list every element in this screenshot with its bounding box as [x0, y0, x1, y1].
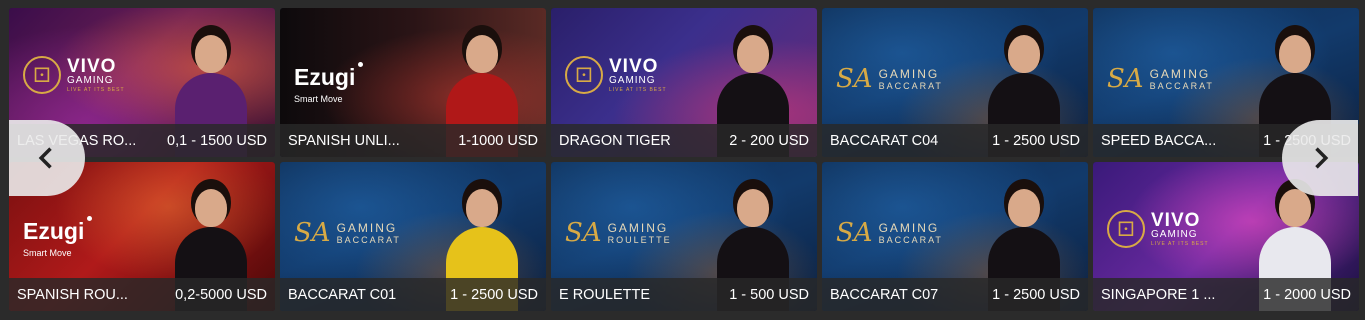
- sa-gaming-logo: SA GAMING BACCARAT: [294, 220, 401, 246]
- logo-sub: Smart Move: [294, 94, 343, 104]
- logo-mark: SA: [836, 218, 873, 248]
- game-tile[interactable]: Ezugi Smart Move SPANISH UNLI... 1-1000 …: [280, 8, 546, 157]
- game-tile[interactable]: ⚀ VIVO GAMING LIVE AT ITS BEST DRAGON TI…: [551, 8, 817, 157]
- game-name: SINGAPORE 1 ...: [1101, 286, 1216, 303]
- game-name: SPEED BACCA...: [1101, 132, 1217, 149]
- sa-gaming-logo: SA GAMING ROULETTE: [565, 220, 672, 246]
- logo-brand: GAMING: [336, 221, 398, 235]
- game-tile[interactable]: SA GAMING BACCARAT BACCARAT C01 1 - 2500…: [280, 162, 546, 311]
- live-games-carousel: ⚀ VIVO GAMING LIVE AT ITS BEST LAS VEGAS…: [0, 0, 1365, 320]
- sa-gaming-logo: SA GAMING BACCARAT: [1107, 66, 1214, 92]
- tile-caption: SPANISH ROU... 0,2-5000 USD: [9, 278, 275, 311]
- logo-brand: VIVO: [1151, 210, 1201, 231]
- tile-caption: DRAGON TIGER 2 - 200 USD: [551, 124, 817, 157]
- tile-caption: BACCARAT C07 1 - 2500 USD: [822, 278, 1088, 311]
- bet-limits: 1 - 2000 USD: [1263, 286, 1351, 303]
- ezugi-logo: Ezugi Smart Move: [23, 216, 93, 258]
- logo-brand: Ezugi: [23, 218, 85, 244]
- logo-sub: GAMING: [1151, 229, 1198, 240]
- game-name: BACCARAT C01: [288, 286, 397, 303]
- game-name: BACCARAT C07: [830, 286, 939, 303]
- carousel-prev-button[interactable]: [9, 120, 85, 196]
- game-grid: ⚀ VIVO GAMING LIVE AT ITS BEST LAS VEGAS…: [9, 8, 1359, 311]
- logo-brand: GAMING: [878, 67, 940, 81]
- bet-limits: 0,1 - 1500 USD: [167, 132, 267, 149]
- logo-sub: ROULETTE: [607, 235, 672, 245]
- bet-limits: 1-1000 USD: [458, 132, 538, 149]
- vivo-gaming-logo: ⚀ VIVO GAMING LIVE AT ITS BEST: [565, 56, 667, 94]
- logo-tagline: LIVE AT ITS BEST: [1151, 241, 1209, 247]
- logo-sub: BACCARAT: [878, 235, 943, 245]
- dice-icon: ⚀: [23, 56, 61, 94]
- game-name: E ROULETTE: [559, 286, 651, 303]
- dice-icon: ⚀: [565, 56, 603, 94]
- logo-sub: BACCARAT: [336, 235, 401, 245]
- tile-caption: E ROULETTE 1 - 500 USD: [551, 278, 817, 311]
- logo-mark: SA: [565, 218, 602, 248]
- logo-sub: BACCARAT: [878, 81, 943, 91]
- logo-mark: SA: [1107, 64, 1144, 94]
- logo-sub: BACCARAT: [1149, 81, 1214, 91]
- logo-brand: VIVO: [67, 56, 117, 77]
- game-name: DRAGON TIGER: [559, 132, 671, 149]
- dice-icon: ⚀: [1107, 210, 1145, 248]
- vivo-gaming-logo: ⚀ VIVO GAMING LIVE AT ITS BEST: [1107, 210, 1209, 248]
- chevron-left-icon: [38, 147, 52, 169]
- game-name: SPANISH ROU...: [17, 286, 128, 303]
- tile-caption: SPANISH UNLI... 1-1000 USD: [280, 124, 546, 157]
- logo-mark: SA: [836, 64, 873, 94]
- bet-limits: 0,2-5000 USD: [175, 286, 267, 303]
- ezugi-logo: Ezugi Smart Move: [294, 62, 364, 104]
- vivo-gaming-logo: ⚀ VIVO GAMING LIVE AT ITS BEST: [23, 56, 125, 94]
- logo-brand: GAMING: [1149, 67, 1211, 81]
- logo-brand: GAMING: [878, 221, 940, 235]
- bet-limits: 1 - 2500 USD: [992, 286, 1080, 303]
- bet-limits: 1 - 500 USD: [729, 286, 809, 303]
- logo-sub: Smart Move: [23, 248, 72, 258]
- logo-mark: SA: [294, 218, 331, 248]
- logo-tagline: LIVE AT ITS BEST: [609, 87, 667, 93]
- tile-caption: BACCARAT C01 1 - 2500 USD: [280, 278, 546, 311]
- logo-tagline: LIVE AT ITS BEST: [67, 87, 125, 93]
- logo-brand: Ezugi: [294, 64, 356, 90]
- game-name: BACCARAT C04: [830, 132, 939, 149]
- logo-sub: GAMING: [609, 75, 656, 86]
- game-tile[interactable]: SA GAMING BACCARAT BACCARAT C07 1 - 2500…: [822, 162, 1088, 311]
- bet-limits: 1 - 2500 USD: [992, 132, 1080, 149]
- carousel-next-button[interactable]: [1282, 120, 1358, 196]
- game-name: SPANISH UNLI...: [288, 132, 400, 149]
- chevron-right-icon: [1315, 147, 1329, 169]
- tile-caption: SINGAPORE 1 ... 1 - 2000 USD: [1093, 278, 1359, 311]
- logo-brand: GAMING: [607, 221, 669, 235]
- game-tile[interactable]: SA GAMING ROULETTE E ROULETTE 1 - 500 US…: [551, 162, 817, 311]
- bet-limits: 2 - 200 USD: [729, 132, 809, 149]
- game-tile[interactable]: SA GAMING BACCARAT BACCARAT C04 1 - 2500…: [822, 8, 1088, 157]
- sa-gaming-logo: SA GAMING BACCARAT: [836, 66, 943, 92]
- tile-caption: BACCARAT C04 1 - 2500 USD: [822, 124, 1088, 157]
- logo-sub: GAMING: [67, 75, 114, 86]
- logo-brand: VIVO: [609, 56, 659, 77]
- bet-limits: 1 - 2500 USD: [450, 286, 538, 303]
- sa-gaming-logo: SA GAMING BACCARAT: [836, 220, 943, 246]
